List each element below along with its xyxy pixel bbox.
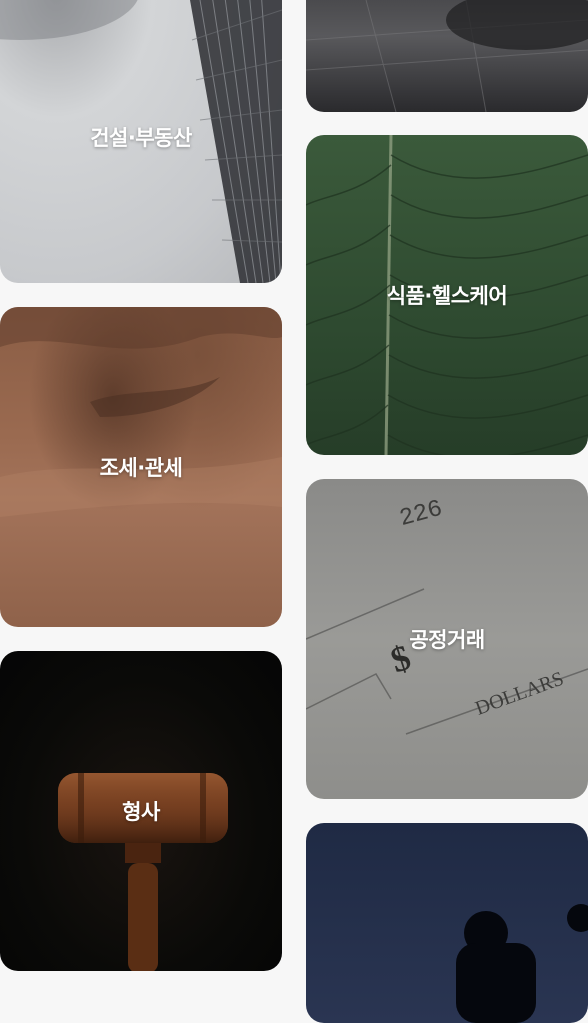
check-dollars-text: DOLLARS <box>472 668 566 720</box>
card-label: 조세·관세 <box>99 456 183 480</box>
practice-card-fair-trade[interactable]: 226 $ DOLLARS 공정거래 <box>306 479 588 799</box>
practice-card-construction-real-estate[interactable]: 건설·부동산 <box>0 0 282 283</box>
card-label: 공정거래 <box>409 628 485 652</box>
grid-shadow-graphic <box>306 0 588 112</box>
card-label: 건설·부동산 <box>90 126 192 150</box>
check-number-text: 226 <box>397 496 446 533</box>
practice-card-food-healthcare[interactable]: 식품·헬스케어 <box>306 135 588 455</box>
practice-card-tax-customs[interactable]: 조세·관세 <box>0 307 282 627</box>
silhouette-graphic <box>456 904 588 1023</box>
practice-card-criminal[interactable]: 형사 <box>0 651 282 971</box>
practice-card-partial-top[interactable] <box>306 0 588 112</box>
card-label: 형사 <box>122 800 160 824</box>
card-label: 식품·헬스케어 <box>386 284 508 308</box>
practice-card-partial-bottom[interactable] <box>306 823 588 1023</box>
